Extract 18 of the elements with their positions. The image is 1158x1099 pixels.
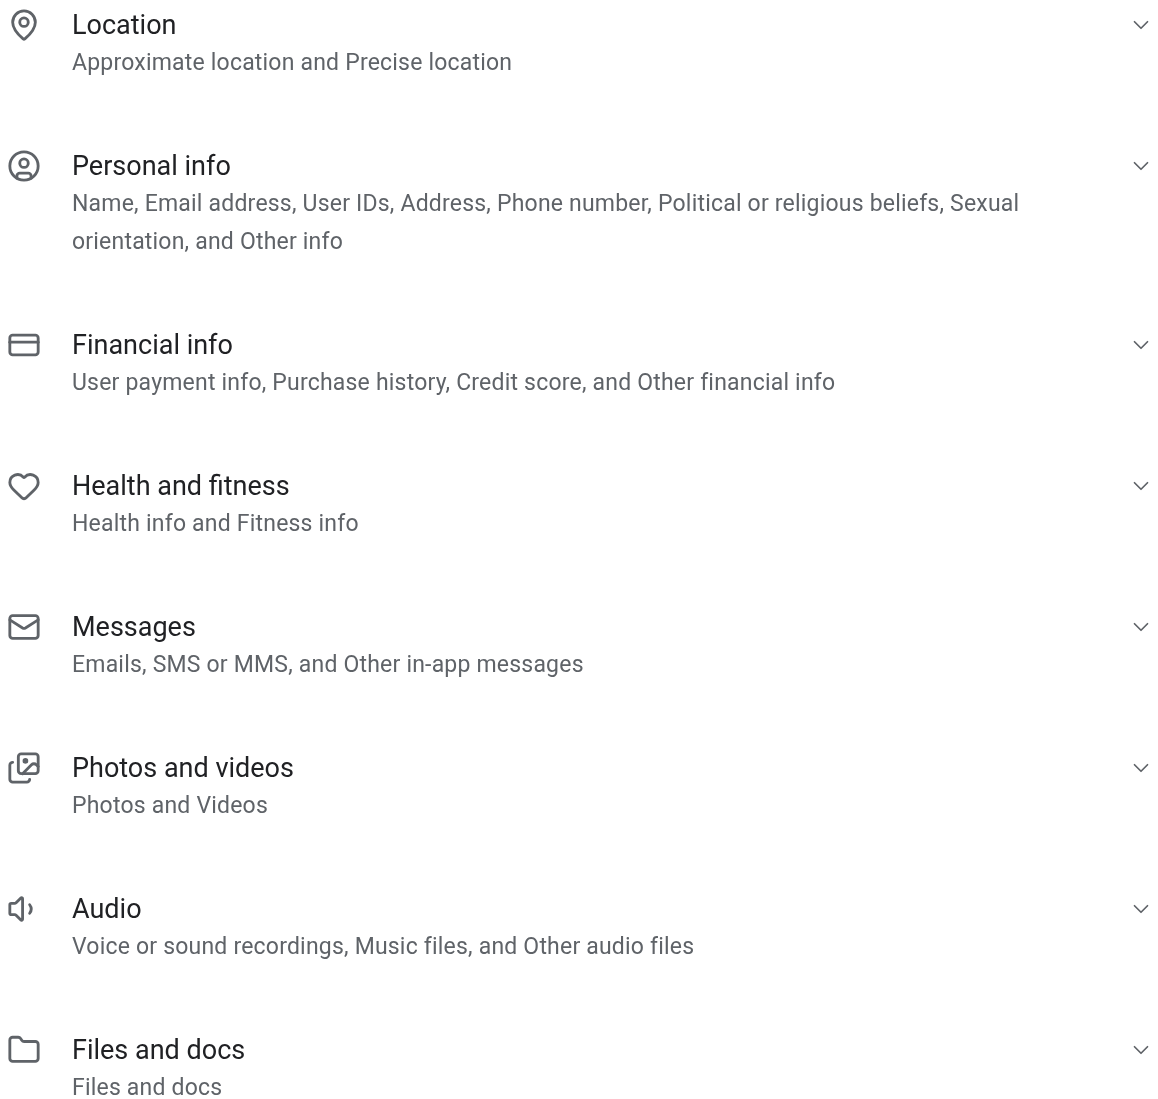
- section-title: Financial info: [72, 328, 234, 363]
- section-title: Personal info: [72, 149, 232, 184]
- section-title: Location: [72, 8, 178, 43]
- section-description: Approximate location and Precise location: [72, 48, 514, 78]
- section-description: Voice or sound recordings, Music files, and Other audio files: [72, 932, 696, 962]
- section-description: Emails, SMS or MMS, and Other in-app messages: [72, 650, 585, 680]
- section-description: Photos and Videos: [72, 791, 269, 821]
- section-description: User payment info, Purchase history, Credit score, and Other financial info: [72, 368, 837, 398]
- section-description: Name, Email address, User IDs, Address, Phone number, Political or religious beliefs, Sexual orientation, and Other info: [72, 189, 1021, 257]
- images-icon: [7, 751, 41, 785]
- user-circle-icon: [7, 149, 41, 183]
- section-title: Files and docs: [72, 1033, 247, 1068]
- section-description: Files and docs: [72, 1073, 224, 1099]
- section-title: Audio: [72, 892, 143, 927]
- section-description: Health info and Fitness info: [72, 509, 360, 539]
- section-title: Messages: [72, 610, 197, 645]
- section-title: Photos and videos: [72, 751, 295, 786]
- section-title: Health and fitness: [72, 469, 291, 504]
